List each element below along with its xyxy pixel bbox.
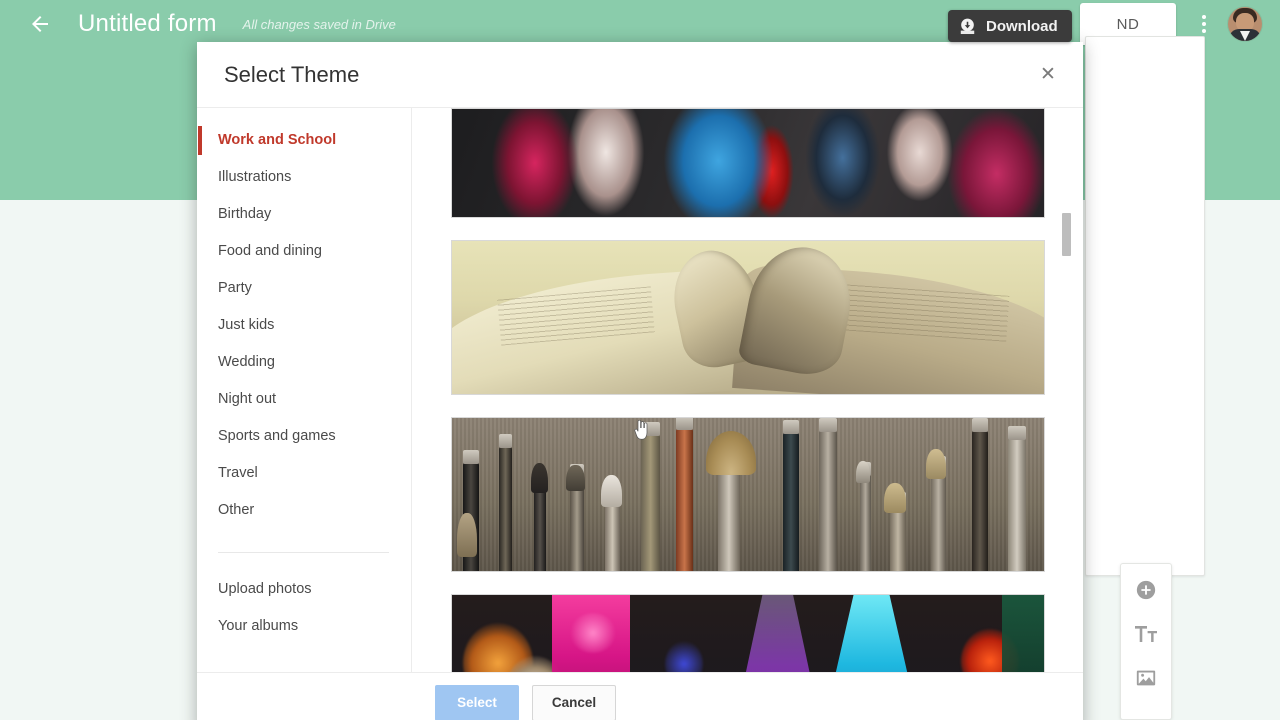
paintbrushes-image bbox=[451, 418, 1044, 571]
sidebar-item-sports-and-games[interactable]: Sports and games bbox=[197, 418, 411, 455]
dialog-footer: Select Cancel bbox=[197, 672, 1083, 720]
download-label: Download bbox=[986, 17, 1058, 35]
download-button[interactable]: Download bbox=[948, 10, 1072, 42]
form-card-peek bbox=[1085, 36, 1205, 576]
dialog-header: Select Theme ✕ bbox=[197, 42, 1083, 108]
sidebar-item-wedding[interactable]: Wedding bbox=[197, 344, 411, 381]
theme-list[interactable] bbox=[412, 108, 1083, 672]
sidebar-item-upload-photos[interactable]: Upload photos bbox=[197, 571, 411, 608]
theme-thumb-painted-paper[interactable] bbox=[450, 108, 1045, 218]
chemistry-flasks-image bbox=[451, 595, 1044, 672]
select-button[interactable]: Select bbox=[435, 684, 519, 720]
sidebar-item-birthday[interactable]: Birthday bbox=[197, 196, 411, 233]
sidebar-item-work-and-school[interactable]: Work and School bbox=[197, 122, 411, 159]
theme-list-scrollbar-track[interactable] bbox=[1062, 108, 1077, 672]
sidebar-item-just-kids[interactable]: Just kids bbox=[197, 307, 411, 344]
theme-thumb-open-book[interactable] bbox=[450, 240, 1045, 395]
close-icon[interactable]: ✕ bbox=[1035, 62, 1061, 88]
theme-thumb-chemistry-flasks[interactable] bbox=[450, 594, 1045, 672]
sidebar-item-night-out[interactable]: Night out bbox=[197, 381, 411, 418]
sidebar-item-party[interactable]: Party bbox=[197, 270, 411, 307]
theme-thumb-paintbrushes[interactable] bbox=[450, 417, 1045, 572]
form-title[interactable]: Untitled form bbox=[78, 10, 217, 38]
sidebar-divider bbox=[218, 552, 389, 553]
sidebar-item-food-and-dining[interactable]: Food and dining bbox=[197, 233, 411, 270]
sidebar-item-other[interactable]: Other bbox=[197, 492, 411, 529]
add-title-icon[interactable] bbox=[1131, 619, 1161, 649]
painted-paper-image bbox=[451, 109, 1044, 217]
add-image-icon[interactable] bbox=[1131, 663, 1161, 693]
open-book-image bbox=[451, 241, 1044, 394]
mouse-cursor bbox=[633, 419, 649, 440]
select-theme-dialog: Select Theme ✕ Work and School Illustrat… bbox=[197, 42, 1083, 720]
screen: Untitled form All changes saved in Drive… bbox=[0, 0, 1280, 720]
download-icon bbox=[958, 17, 977, 36]
add-item-toolbar bbox=[1120, 563, 1172, 720]
arrow-back-icon[interactable] bbox=[20, 4, 60, 44]
avatar[interactable] bbox=[1228, 7, 1262, 41]
dialog-body: Work and School Illustrations Birthday F… bbox=[197, 108, 1083, 672]
theme-thumbnails bbox=[438, 108, 1057, 672]
add-question-icon[interactable] bbox=[1131, 575, 1161, 605]
save-status-text: All changes saved in Drive bbox=[242, 16, 396, 32]
dialog-title: Select Theme bbox=[224, 61, 360, 87]
sidebar-item-your-albums[interactable]: Your albums bbox=[197, 608, 411, 645]
sidebar-item-illustrations[interactable]: Illustrations bbox=[197, 159, 411, 196]
theme-category-sidebar: Work and School Illustrations Birthday F… bbox=[197, 108, 412, 672]
theme-list-scrollbar-thumb[interactable] bbox=[1062, 213, 1071, 256]
sidebar-item-travel[interactable]: Travel bbox=[197, 455, 411, 492]
cancel-button[interactable]: Cancel bbox=[532, 684, 616, 720]
